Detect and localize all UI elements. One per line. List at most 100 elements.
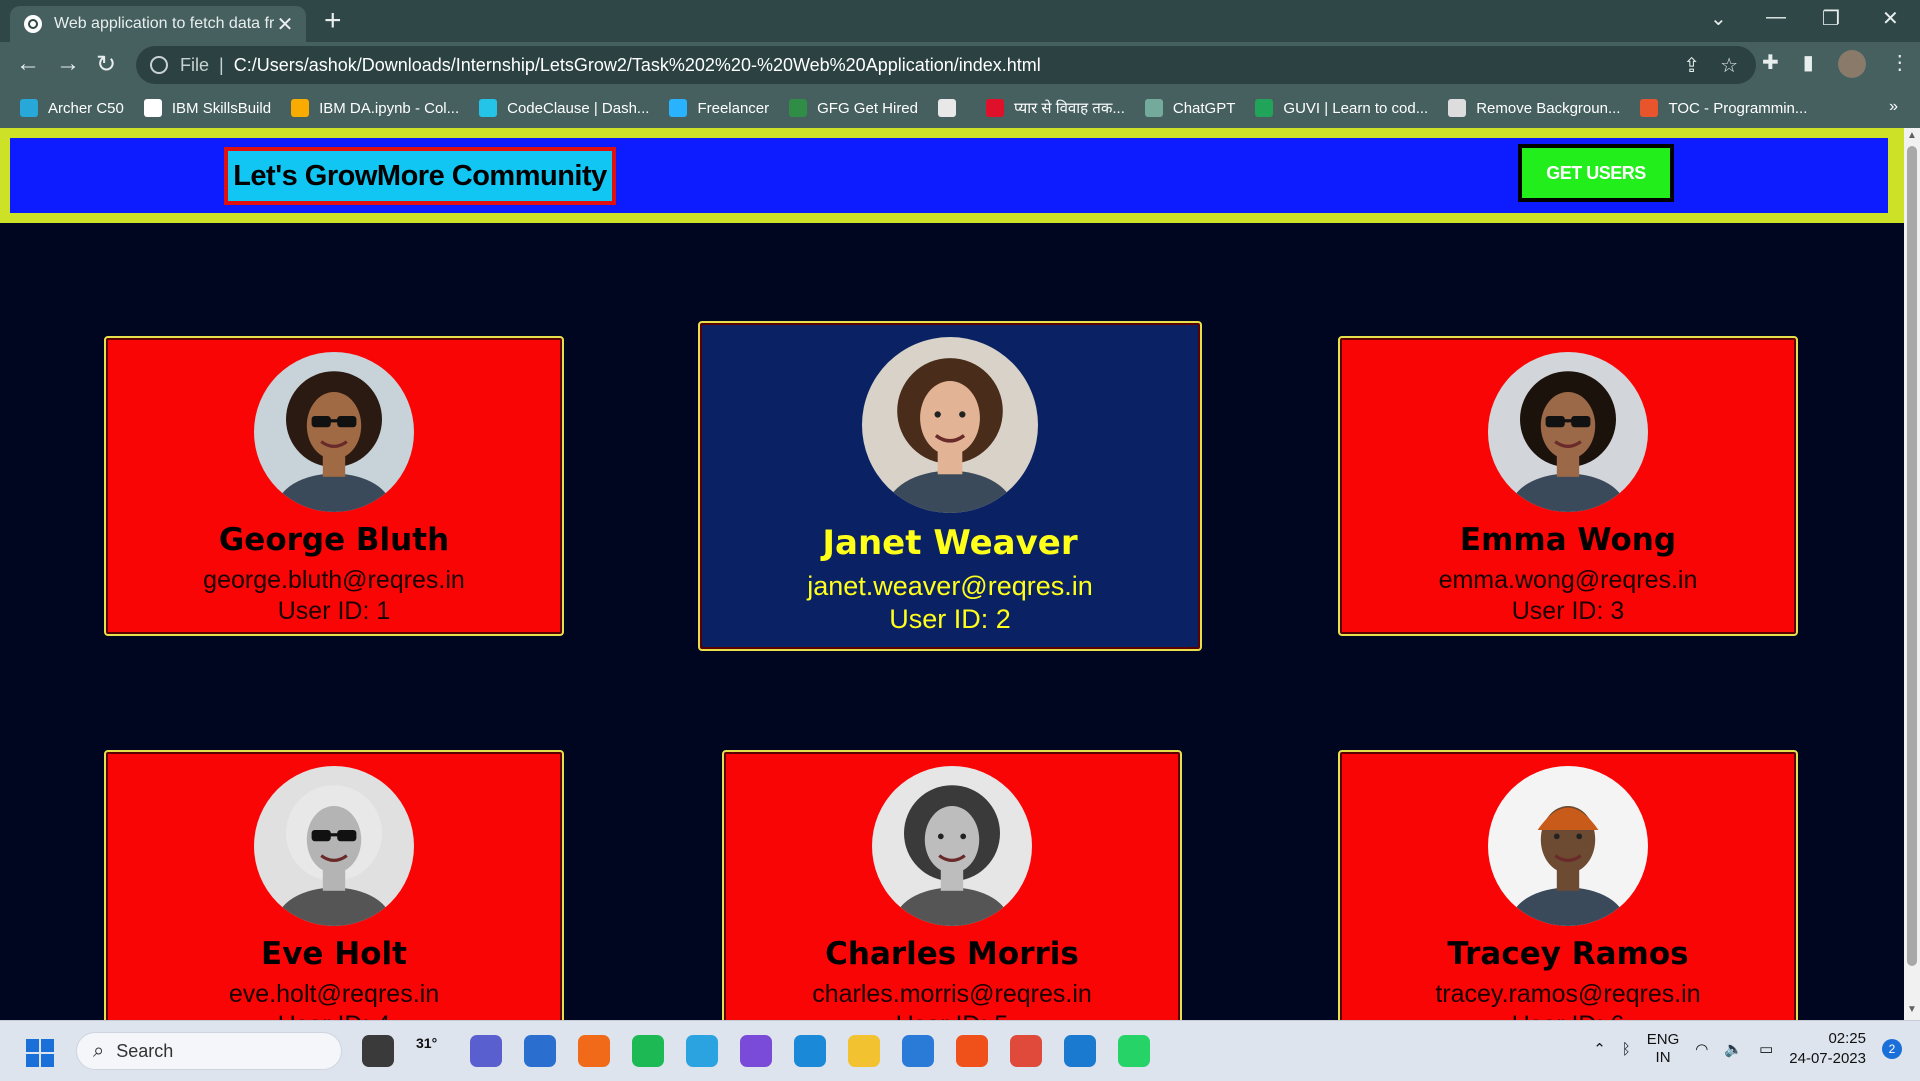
chevron-down-icon[interactable]: ⌄ [1710,6,1727,31]
bookmark-item[interactable]: ChatGPT [1144,99,1236,117]
time: 02:25 [1828,1030,1866,1047]
vscode-icon[interactable] [1064,1035,1096,1067]
weather-icon[interactable]: 31° [416,1035,448,1067]
user-id: User ID: 4 [278,1011,391,1020]
user-card[interactable]: Emma Wong emma.wong@reqres.in User ID: 3 [1338,336,1798,636]
bookmark-favicon-icon [1255,99,1274,117]
scroll-down-icon[interactable]: ▼ [1907,1004,1917,1015]
bookmark-item[interactable]: IBM DA.ipynb - Col... [291,99,459,117]
user-avatar [872,766,1032,926]
date: 24-07-2023 [1789,1050,1866,1067]
taskbar: ⌕ Search 31° ⌃ ᛒ ENG IN ◠ 🔈 ▭ 02:25 24-0… [0,1020,1920,1081]
user-card[interactable]: Eve Holt eve.holt@reqres.in User ID: 4 [104,750,564,1020]
bookmark-label: CodeClause | Dash... [507,99,650,117]
system-tray: ⌃ ᛒ ENG IN ◠ 🔈 ▭ 02:25 24-07-2023 2 [1593,1029,1902,1069]
page-scrollbar[interactable]: ▲ ▼ [1904,128,1920,1020]
get-users-button[interactable]: GET USERS [1518,144,1674,202]
notification-badge[interactable]: 2 [1882,1039,1902,1059]
user-id: User ID: 1 [277,597,391,625]
restore-icon[interactable]: ❐ [1822,6,1840,31]
brave-icon[interactable] [956,1035,988,1067]
wifi-icon[interactable]: ◠ [1695,1040,1708,1058]
user-avatar [254,766,414,926]
reload-icon[interactable]: ↻ [96,50,116,79]
back-icon[interactable]: ← [16,50,40,78]
star-icon[interactable]: ☆ [1720,53,1738,78]
chat-icon[interactable] [470,1035,502,1067]
bookmark-label: ChatGPT [1172,99,1236,117]
bookmark-item[interactable]: CodeClause | Dash... [479,99,649,117]
brand-title: Let's GrowMore Community [224,147,616,205]
chrome-icon[interactable] [1010,1035,1042,1067]
new-tab-icon[interactable]: + [324,4,342,38]
language: ENG [1646,1031,1680,1048]
share-icon[interactable]: ⇪ [1683,53,1700,78]
bookmark-label: Archer C50 [48,99,124,117]
bookmark-label: TOC - Programmin... [1668,99,1808,117]
bookmark-favicon-icon [20,99,38,117]
battery-icon[interactable]: ▭ [1759,1040,1773,1058]
telegram-icon[interactable] [686,1035,718,1067]
bookmark-item[interactable]: प्यार से विवाह तक... [986,98,1125,118]
user-card[interactable]: George Bluth george.bluth@reqres.in User I… [104,336,564,636]
user-email: charles.morris@reqres.in [812,980,1092,1008]
windows-start-icon[interactable] [26,1039,54,1067]
edge-icon[interactable] [794,1035,826,1067]
forward-icon[interactable]: → [56,50,80,78]
bookmark-item[interactable]: GUVI | Learn to cod... [1255,99,1428,117]
store-icon[interactable] [524,1035,556,1067]
profile-avatar[interactable] [1837,50,1866,78]
globe-icon [24,15,42,33]
bookmark-label: Remove Backgroun... [1476,99,1621,117]
browser-tab[interactable]: Web application to fetch data fro ✕ [10,6,306,42]
clipchamp-icon[interactable] [740,1035,772,1067]
bookmark-favicon-icon [938,99,956,117]
side-panel-icon[interactable]: ▮ [1803,50,1814,78]
bookmark-item[interactable] [938,99,966,117]
bookmark-favicon-icon [1448,99,1467,117]
language-indicator[interactable]: ENG IN [1647,1031,1680,1067]
user-card[interactable]: Tracey Ramos tracey.ramos@reqres.in User I… [1338,750,1798,1020]
bookmark-item[interactable]: TOC - Programmin... [1640,99,1807,117]
spotify-icon[interactable] [632,1035,664,1067]
close-tab-icon[interactable]: ✕ [274,12,296,37]
taskbar-search-label: Search [116,1040,174,1061]
file-manager-icon[interactable] [362,1035,394,1067]
user-name: George Bluth [218,522,450,558]
chevron-up-icon[interactable]: ⌃ [1593,1040,1606,1058]
taskbar-search[interactable]: ⌕ Search [76,1032,342,1070]
menu-icon[interactable]: ⋮ [1890,50,1910,78]
info-icon[interactable] [150,56,168,74]
scroll-up-icon[interactable]: ▲ [1907,130,1917,141]
close-window-icon[interactable]: ✕ [1882,6,1899,31]
url-text: C:/Users/ashok/Downloads/Internship/Lets… [233,54,1041,75]
mail-icon[interactable] [902,1035,934,1067]
page-header-bar: Let's GrowMore Community GET USERS [10,138,1888,213]
folder-icon[interactable] [848,1035,880,1067]
user-avatar [1488,352,1648,512]
bookmarks-more-icon[interactable]: » [1889,98,1898,116]
bookmark-item[interactable]: Freelancer [669,99,769,117]
firefox-icon[interactable] [578,1035,610,1067]
minimize-icon[interactable]: — [1766,6,1786,29]
extensions-icon[interactable]: ✚ [1762,50,1779,78]
bookmark-item[interactable]: Remove Backgroun... [1448,99,1620,117]
scrollbar-thumb[interactable] [1907,146,1917,966]
user-card[interactable]: Charles Morris charles.morris@reqres.in Us… [722,750,1182,1020]
bookmark-favicon-icon [789,99,808,117]
bookmark-label: IBM SkillsBuild [171,99,272,117]
bookmark-item[interactable]: GFG Get Hired [789,99,918,117]
clock[interactable]: 02:25 24-07-2023 [1789,1029,1866,1069]
browser-tabstrip: Web application to fetch data fro ✕ + ⌄ … [0,0,1920,42]
user-email: george.bluth@reqres.in [203,566,465,594]
search-icon: ⌕ [93,1039,105,1062]
user-card[interactable]: Janet Weaver janet.weaver@reqres.in User I… [698,321,1202,651]
whatsapp-icon[interactable] [1118,1035,1150,1067]
url-input[interactable]: File | C:/Users/ashok/Downloads/Internsh… [136,46,1756,84]
bookmark-item[interactable]: Archer C50 [20,99,124,117]
bluetooth-icon[interactable]: ᛒ [1622,1041,1631,1058]
user-grid: George Bluth george.bluth@reqres.in User I… [0,223,1904,1020]
volume-icon[interactable]: 🔈 [1724,1040,1743,1058]
user-name: Eve Holt [261,936,407,972]
bookmark-item[interactable]: IBM SkillsBuild [143,99,272,117]
